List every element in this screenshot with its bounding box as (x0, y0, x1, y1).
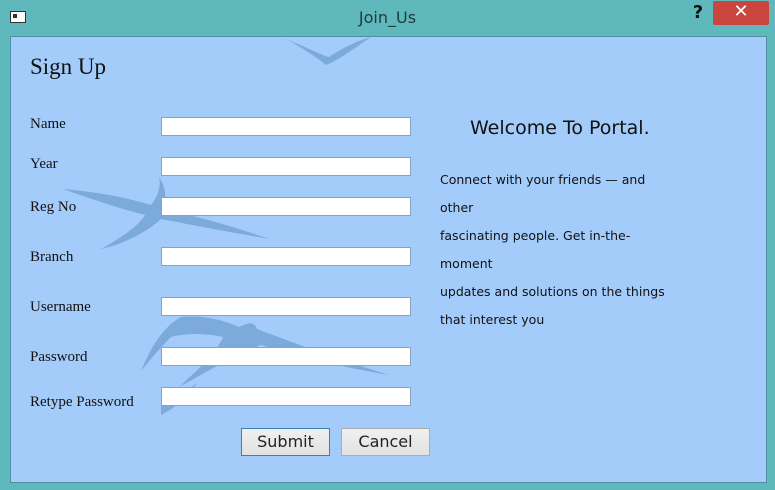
close-icon: ✕ (733, 1, 749, 22)
username-field[interactable] (161, 297, 411, 316)
welcome-line: that interest you (440, 312, 545, 327)
title-bar[interactable]: Join_Us ? ✕ (0, 0, 775, 36)
reg-no-label: Reg No (30, 199, 77, 215)
welcome-line: updates and solutions on the things (440, 284, 665, 299)
welcome-line: fascinating people. Get in-the-moment (440, 228, 631, 271)
name-label: Name (30, 116, 66, 132)
year-label: Year (30, 156, 58, 172)
welcome-description: Connect with your friends — and other fa… (440, 166, 680, 334)
cancel-button[interactable]: Cancel (341, 428, 430, 456)
password-field[interactable] (161, 347, 411, 366)
submit-button[interactable]: Submit (241, 428, 330, 456)
help-button[interactable]: ? (688, 2, 708, 26)
reg-no-field[interactable] (161, 197, 411, 216)
form-panel: Sign Up Name Year Reg No Branch Username… (10, 36, 767, 483)
username-label: Username (30, 299, 91, 315)
password-label: Password (30, 349, 88, 365)
branch-label: Branch (30, 249, 74, 265)
year-field[interactable] (161, 157, 411, 176)
retype-password-label: Retype Password (30, 394, 134, 410)
close-button[interactable]: ✕ (713, 1, 769, 25)
name-field[interactable] (161, 117, 411, 136)
branch-field[interactable] (161, 247, 411, 266)
welcome-line: Connect with your friends — and other (440, 172, 646, 215)
retype-password-field[interactable] (161, 387, 411, 406)
welcome-title: Welcome To Portal. (470, 117, 650, 139)
app-window: Join_Us ? ✕ Sign Up Name Year Reg No Bra… (0, 0, 775, 490)
window-title: Join_Us (358, 8, 417, 27)
sign-up-heading: Sign Up (30, 54, 107, 79)
